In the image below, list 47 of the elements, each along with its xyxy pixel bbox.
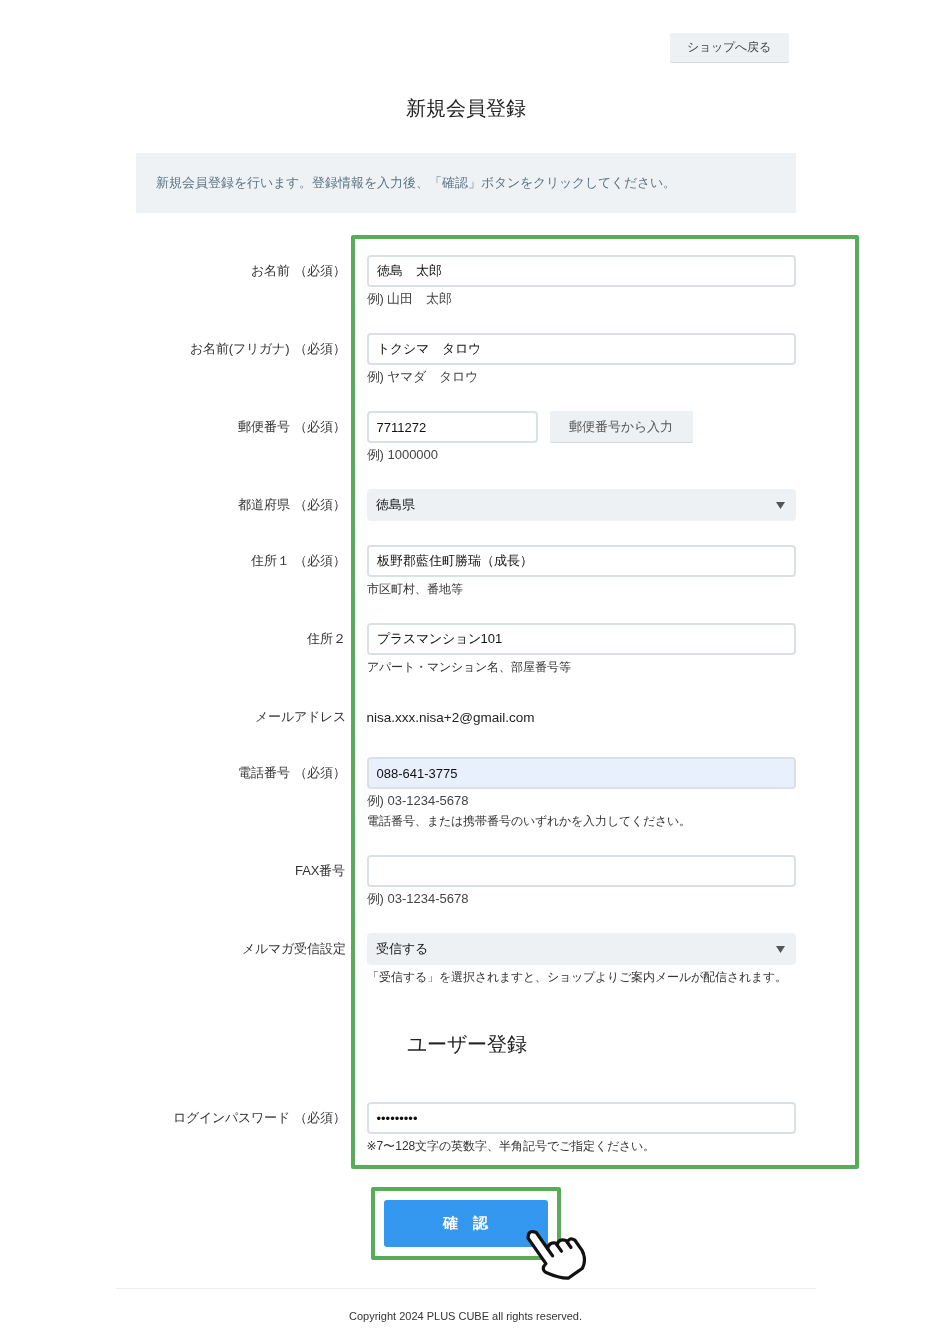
example-text: 例) ヤマダ タロウ xyxy=(366,368,479,386)
copyright-text: Copyright 2024 PLUS CUBE all rights reserved. xyxy=(348,1309,583,1324)
field-label: 住所２ xyxy=(306,630,346,648)
email-text: nisa.xxx.nisa+2@gmail.com xyxy=(366,708,535,727)
field-label: 郵便番号 xyxy=(237,418,290,436)
dropdown-select[interactable]: 徳島県 xyxy=(366,489,796,521)
zip-input-field[interactable]: 7711272 xyxy=(366,411,538,443)
example-text: 例) 03-1234-5678 xyxy=(366,792,469,810)
input-field[interactable]: 板野郡藍住町勝瑞（成長） xyxy=(366,545,796,577)
field-label: メルマガ受信設定 xyxy=(241,940,346,958)
required-mark: （必須） xyxy=(293,418,346,436)
required-mark: （必須） xyxy=(293,340,346,358)
required-mark: （必須） xyxy=(293,262,346,280)
password-field[interactable]: ••••••••• xyxy=(366,1102,796,1134)
required-mark: （必須） xyxy=(293,496,346,514)
input-field[interactable]: 徳島 太郎 xyxy=(366,255,796,287)
hint-text: 市区町村、番地等 xyxy=(366,581,463,598)
field-label: お名前 xyxy=(250,262,290,280)
field-label: ログインパスワード xyxy=(172,1109,290,1127)
hint-text: 電話番号、または携帯番号のいずれかを入力してください。 xyxy=(366,813,691,830)
hint-text: ※7〜128文字の英数字、半角記号でご指定ください。 xyxy=(366,1138,656,1155)
required-mark: （必須） xyxy=(293,552,346,570)
notice-text: 新規会員登録を行います。登録情報を入力後、「確認」ボタンをクリックしてください。 xyxy=(155,174,676,192)
field-label: 都道府県 xyxy=(237,496,290,514)
field-label: 住所１ xyxy=(250,552,290,570)
section-heading: ユーザー登録 xyxy=(406,1032,527,1057)
zip-lookup-button[interactable]: 郵便番号から入力 xyxy=(549,411,693,442)
example-text: 例) 03-1234-5678 xyxy=(366,890,469,908)
field-label: メールアドレス xyxy=(254,708,346,726)
caret-icon xyxy=(775,501,785,509)
input-field[interactable]: トクシマ タロウ xyxy=(366,333,796,365)
field-label: 電話番号 xyxy=(237,764,290,782)
caret-icon xyxy=(775,945,785,953)
example-text: 例) 1000000 xyxy=(366,446,439,464)
example-text: 例) 山田 太郎 xyxy=(366,290,453,308)
back-button[interactable]: ショップへ戻る xyxy=(669,33,789,62)
required-mark: （必須） xyxy=(293,764,346,782)
field-label: お名前(フリガナ) xyxy=(189,340,290,358)
input-field[interactable]: プラスマンション101 xyxy=(366,623,796,655)
dropdown-select[interactable]: 受信する xyxy=(366,933,796,965)
required-mark: （必須） xyxy=(293,1109,346,1127)
page-title: 新規会員登録 xyxy=(404,96,527,121)
hint-text: 「受信する」を選択されますと、ショップよりご案内メールが配信されます。 xyxy=(366,969,787,986)
input-field[interactable] xyxy=(366,855,796,887)
input-field[interactable]: 088-641-3775 xyxy=(366,757,796,789)
hint-text: アパート・マンション名、部屋番号等 xyxy=(366,659,571,676)
field-label: FAX番号 xyxy=(294,862,346,880)
